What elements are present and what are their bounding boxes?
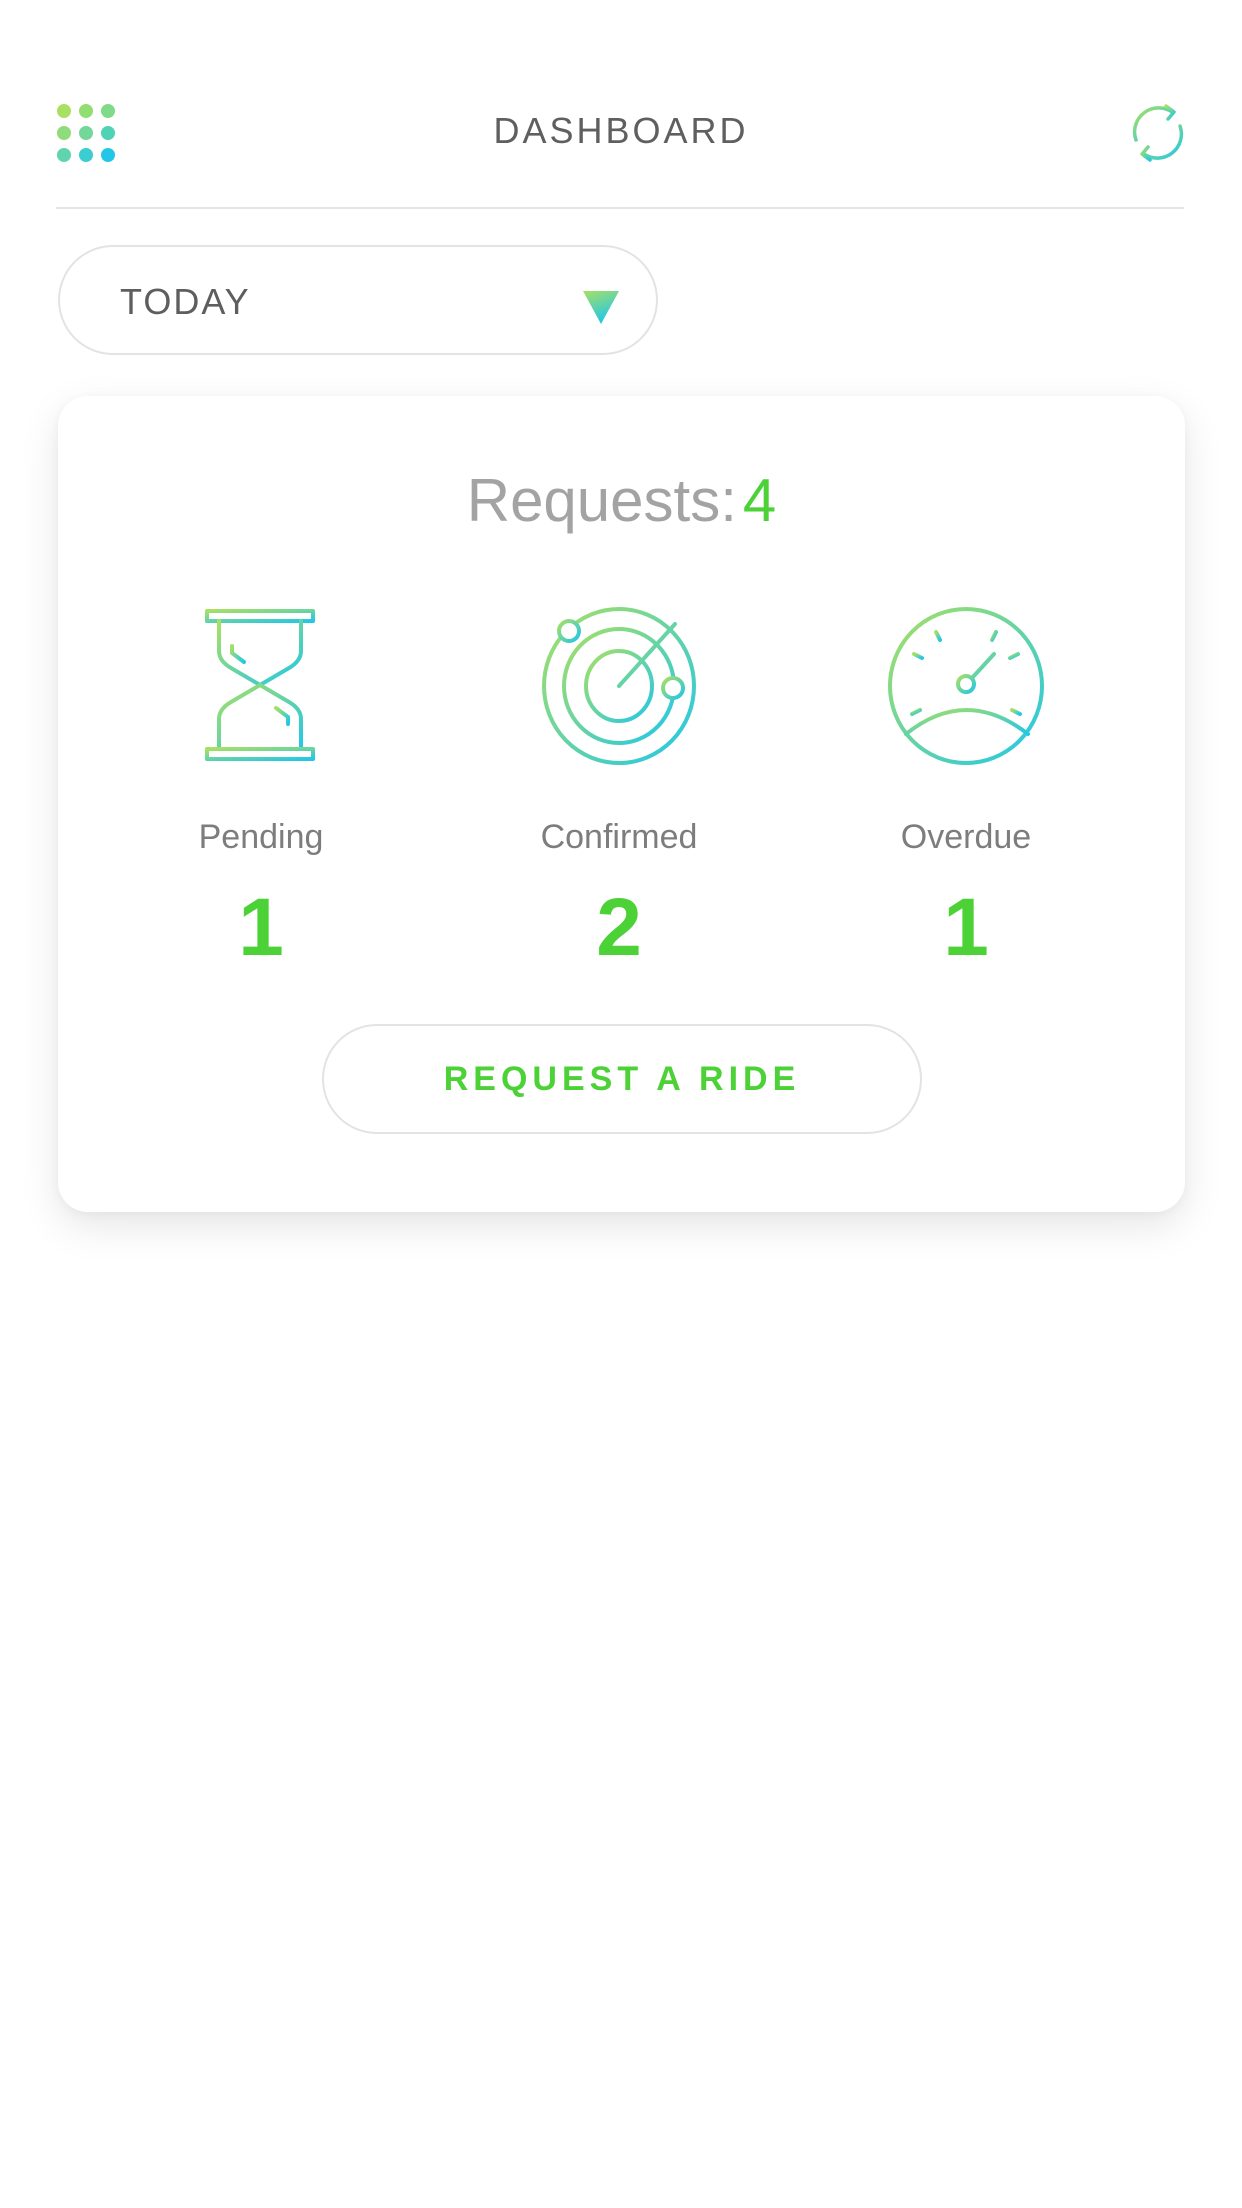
speedometer-icon	[888, 607, 1044, 765]
requests-label: Requests:	[466, 467, 737, 534]
radar-icon	[542, 607, 696, 765]
requests-summary-card: Requests: 4 Pending 1 Confirmed 2 Overdu…	[58, 396, 1185, 1212]
stat-overdue[interactable]: Overdue 1	[836, 606, 1096, 969]
date-filter-dropdown[interactable]: TODAY	[58, 245, 658, 355]
refresh-icon[interactable]	[1128, 102, 1188, 164]
stat-label: Confirmed	[540, 818, 698, 856]
requests-count: 4	[742, 467, 777, 534]
stat-label: Overdue	[900, 818, 1032, 856]
request-a-ride-button[interactable]: REQUEST A RIDE	[322, 1024, 922, 1134]
page-title: DASHBOARD	[493, 110, 749, 151]
stat-confirmed[interactable]: Confirmed 2	[489, 606, 749, 969]
stat-value: 1	[943, 882, 989, 973]
requests-total: Requests: 4	[58, 466, 1185, 535]
stat-label: Pending	[198, 818, 324, 856]
stat-pending[interactable]: Pending 1	[131, 606, 391, 969]
stat-value: 2	[596, 882, 642, 973]
header-divider	[56, 207, 1184, 209]
triangle-down-icon	[583, 291, 619, 324]
stat-value: 1	[238, 882, 284, 973]
date-filter-value: TODAY	[120, 281, 251, 322]
hourglass-icon	[194, 609, 326, 766]
app-header: DASHBOARD	[0, 0, 1242, 210]
